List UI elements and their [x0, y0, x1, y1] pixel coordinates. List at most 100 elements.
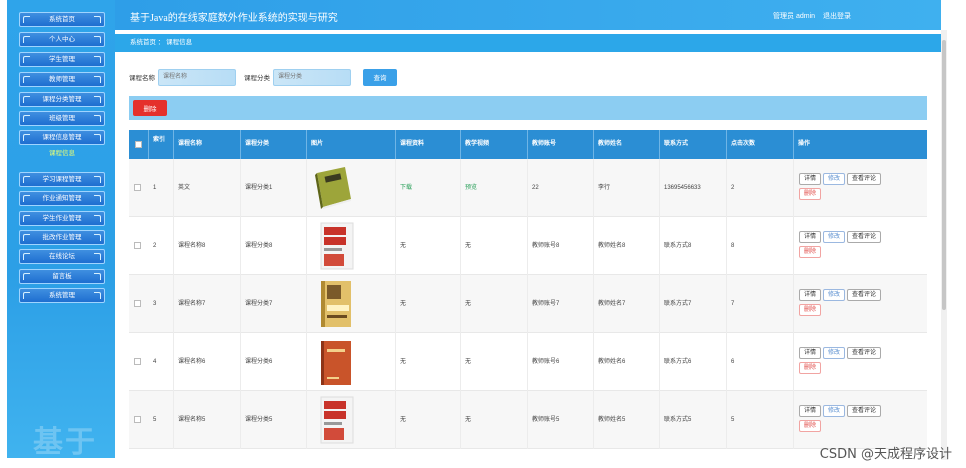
row-delete-button[interactable]: 删除: [799, 420, 822, 432]
detail-button[interactable]: 详情: [799, 231, 822, 243]
sidebar-item-grade-homework[interactable]: 批改作业管理: [19, 230, 105, 245]
sidebar-subitem-course-info[interactable]: 课程信息: [19, 148, 105, 160]
cell-video: 无: [461, 275, 528, 333]
cell-teacher-id: 教师账号8: [528, 217, 594, 275]
course-name-label: 课程名称: [129, 75, 155, 82]
edit-button[interactable]: 修改: [823, 347, 846, 359]
view-reviews-button[interactable]: 查看评论: [847, 231, 882, 243]
row-checkbox[interactable]: [134, 416, 141, 423]
row-delete-button[interactable]: 删除: [799, 246, 822, 258]
edit-button[interactable]: 修改: [823, 231, 846, 243]
table-header: 索引 课程名称 课程分类 图片 课程资料 教学视频 教师账号 教师姓名 联系方式…: [129, 130, 927, 159]
csdn-watermark: CSDN @天成程序设计: [819, 447, 952, 462]
detail-button[interactable]: 详情: [799, 289, 822, 301]
book-cover-image: [321, 281, 351, 327]
cell-contact: 联系方式6: [660, 333, 727, 391]
cell-contact: 联系方式5: [660, 391, 727, 449]
col-teacher-name: 教师姓名: [594, 130, 660, 159]
table-row: 4 课程名称6 课程分类6 无 无 教师账号6 教师姓名6 联系方式6 6 详情…: [129, 333, 927, 391]
sidebar-item-teachers[interactable]: 教师管理: [19, 72, 105, 87]
cell-video: 无: [461, 391, 528, 449]
view-reviews-button[interactable]: 查看评论: [847, 289, 882, 301]
course-type-label: 课程分类: [244, 75, 270, 82]
sidebar-item-system[interactable]: 系统管理: [19, 288, 105, 303]
cell-course-type: 课程分类6: [241, 333, 307, 391]
cell-image: [307, 159, 396, 217]
view-reviews-button[interactable]: 查看评论: [847, 405, 882, 417]
scrollbar-thumb[interactable]: [942, 40, 946, 310]
col-contact: 联系方式: [660, 130, 727, 159]
row-delete-button[interactable]: 删除: [799, 304, 822, 316]
cell-clicks: 5: [727, 391, 794, 449]
cell-image: [307, 333, 396, 391]
search-button[interactable]: 查询: [363, 68, 397, 86]
row-checkbox[interactable]: [134, 358, 141, 365]
cell-video-preview[interactable]: 预览: [461, 159, 528, 217]
cell-image: [307, 275, 396, 333]
col-ops: 操作: [798, 141, 811, 147]
page-scrollbar[interactable]: [941, 30, 947, 460]
select-all-checkbox[interactable]: [135, 141, 142, 148]
view-reviews-button[interactable]: 查看评论: [847, 173, 882, 185]
sidebar-item-profile[interactable]: 个人中心: [19, 32, 105, 47]
table-row: 5 课程名称5 课程分类5 无 无 教师账号5 教师姓名5 联系方式5 5 详情…: [129, 391, 927, 449]
row-delete-button[interactable]: 删除: [799, 188, 822, 200]
cell-material-download[interactable]: 下载: [396, 159, 461, 217]
row-ops: 详情 修改 查看评论 删除: [799, 405, 923, 432]
cell-contact: 13695456633: [660, 159, 727, 217]
cell-teacher-name: 教师姓名7: [594, 275, 660, 333]
sidebar-item-course-info[interactable]: 课程信息管理: [19, 130, 105, 145]
book-cover-image: [321, 341, 351, 385]
view-reviews-button[interactable]: 查看评论: [847, 347, 882, 359]
col-course-type: 课程分类: [241, 130, 307, 159]
cell-course-type: 课程分类7: [241, 275, 307, 333]
sidebar-item-course-types[interactable]: 课程分类管理: [19, 92, 105, 107]
cell-teacher-name: 教师姓名6: [594, 333, 660, 391]
row-checkbox[interactable]: [134, 300, 141, 307]
sidebar-item-student-homework[interactable]: 学生作业管理: [19, 211, 105, 226]
col-index: 索引: [149, 130, 174, 159]
cell-clicks: 7: [727, 275, 794, 333]
sidebar-item-students[interactable]: 学生管理: [19, 52, 105, 67]
row-delete-button[interactable]: 删除: [799, 362, 822, 374]
cell-contact: 联系方式7: [660, 275, 727, 333]
cell-clicks: 8: [727, 217, 794, 275]
cell-image: [307, 391, 396, 449]
row-checkbox[interactable]: [134, 242, 141, 249]
cell-material: 无: [396, 217, 461, 275]
select-all-cell[interactable]: [129, 130, 149, 159]
course-type-input[interactable]: [273, 68, 351, 86]
table-row: 2 课程名称8 课程分类8 无 无 教师账号8 教师姓名8 联系方式8 8 详情…: [129, 217, 927, 275]
sidebar-item-homework-notices[interactable]: 作业通知管理: [19, 191, 105, 206]
sidebar-item-classes[interactable]: 班级管理: [19, 111, 105, 126]
detail-button[interactable]: 详情: [799, 405, 822, 417]
sidebar-item-forum[interactable]: 在线论坛: [19, 249, 105, 264]
edit-button[interactable]: 修改: [823, 405, 846, 417]
cell-teacher-name: 教师姓名5: [594, 391, 660, 449]
app-title: 基于Java的在线家庭数外作业系统的实现与研究: [130, 13, 338, 24]
sidebar-item-home[interactable]: 系统首页: [19, 12, 105, 27]
detail-button[interactable]: 详情: [799, 347, 822, 359]
cell-index: 4: [149, 333, 174, 391]
course-name-input[interactable]: [158, 68, 236, 86]
sidebar: 系统首页 个人中心 学生管理 教师管理 课程分类管理 班级管理 课程信息管理 课…: [7, 0, 115, 458]
detail-button[interactable]: 详情: [799, 173, 822, 185]
cell-index: 5: [149, 391, 174, 449]
cell-teacher-name: 李行: [594, 159, 660, 217]
cell-teacher-id: 教师账号6: [528, 333, 594, 391]
cell-course-type: 课程分类1: [241, 159, 307, 217]
cell-contact: 联系方式8: [660, 217, 727, 275]
cell-index: 3: [149, 275, 174, 333]
cell-index: 2: [149, 217, 174, 275]
edit-button[interactable]: 修改: [823, 173, 846, 185]
logout-link[interactable]: 退出登录: [823, 13, 851, 20]
bulk-delete-button[interactable]: 删除: [133, 100, 167, 116]
row-checkbox[interactable]: [134, 184, 141, 191]
sidebar-item-study-courses[interactable]: 学习课程管理: [19, 172, 105, 187]
cell-video: 无: [461, 333, 528, 391]
cell-clicks: 6: [727, 333, 794, 391]
sidebar-item-messages[interactable]: 留言板: [19, 269, 105, 284]
row-ops: 详情 修改 查看评论 删除: [799, 289, 923, 316]
edit-button[interactable]: 修改: [823, 289, 846, 301]
row-ops: 详情 修改 查看评论 删除: [799, 173, 923, 200]
